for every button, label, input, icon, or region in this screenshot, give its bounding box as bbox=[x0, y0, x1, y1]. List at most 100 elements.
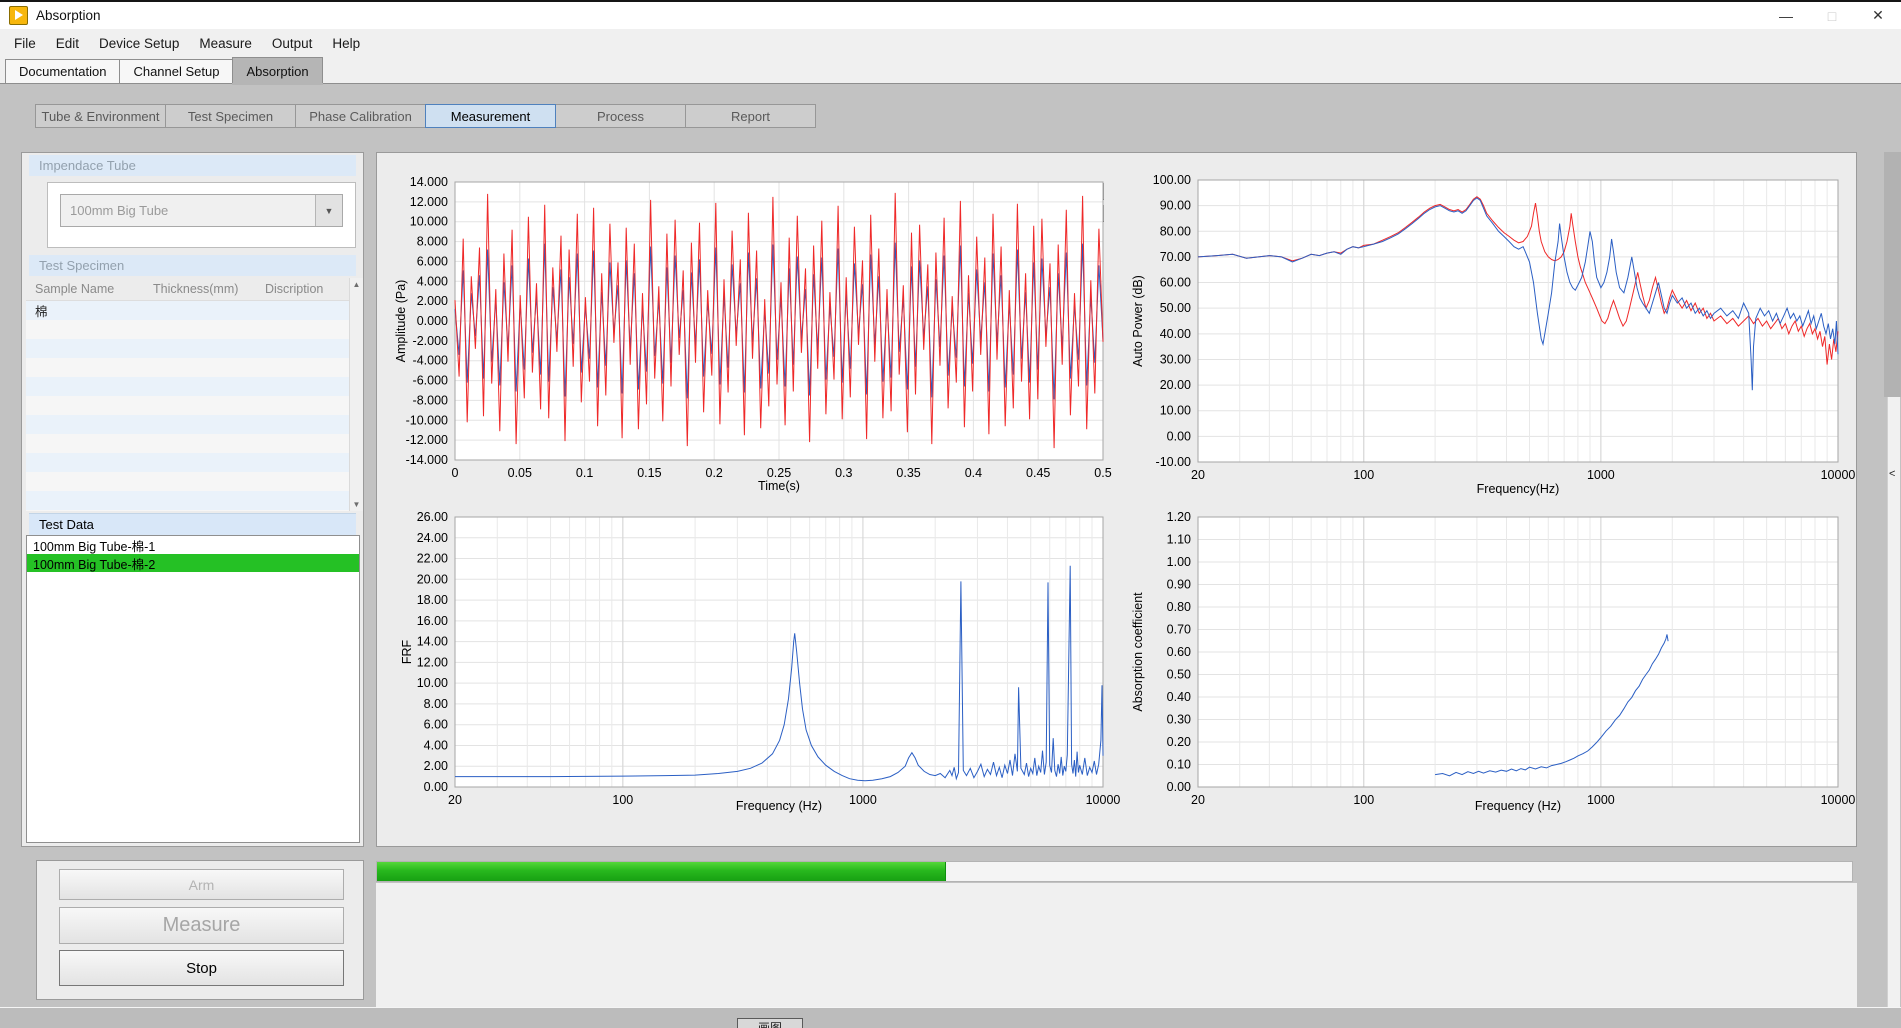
table-row[interactable] bbox=[26, 491, 360, 510]
svg-text:10000: 10000 bbox=[1821, 793, 1856, 807]
action-button-panel: Arm Measure Stop bbox=[36, 860, 364, 1000]
impedance-tube-dropdown[interactable]: 100mm Big Tube ▼ bbox=[60, 194, 343, 227]
menu-item-file[interactable]: File bbox=[4, 31, 46, 56]
svg-text:0.4: 0.4 bbox=[965, 466, 982, 480]
subtab-bar: Tube & EnvironmentTest SpecimenPhase Cal… bbox=[35, 104, 815, 128]
svg-text:1000: 1000 bbox=[849, 793, 877, 807]
svg-text:0.00: 0.00 bbox=[1167, 780, 1191, 794]
svg-text:Time(s): Time(s) bbox=[758, 479, 800, 493]
test-data-list[interactable]: 100mm Big Tube-棉-1100mm Big Tube-棉-2 bbox=[26, 535, 360, 843]
chart-absorption-coefficient[interactable]: 0.000.100.200.300.400.500.600.700.800.90… bbox=[1120, 505, 1880, 815]
svg-text:0: 0 bbox=[452, 466, 459, 480]
table-row[interactable]: 棉 bbox=[26, 301, 360, 320]
arm-button[interactable]: Arm bbox=[59, 869, 344, 900]
close-button[interactable]: ✕ bbox=[1855, 2, 1901, 29]
test-specimen-table[interactable]: Sample NameThickness(mm)Discription棉 bbox=[26, 278, 360, 511]
svg-text:0.05: 0.05 bbox=[508, 466, 532, 480]
tab-documentation[interactable]: Documentation bbox=[5, 59, 120, 83]
svg-text:0.90: 0.90 bbox=[1167, 578, 1191, 592]
svg-text:8.000: 8.000 bbox=[417, 235, 448, 249]
menu-bar: FileEditDevice SetupMeasureOutputHelp bbox=[0, 29, 1901, 57]
subtab-process[interactable]: Process bbox=[555, 104, 686, 128]
scroll-up-icon[interactable]: ▲ bbox=[350, 280, 363, 289]
maximize-button[interactable]: □ bbox=[1809, 2, 1855, 29]
table-header-row: Sample NameThickness(mm)Discription bbox=[26, 278, 360, 301]
table-row[interactable] bbox=[26, 434, 360, 453]
menu-item-help[interactable]: Help bbox=[322, 31, 370, 56]
svg-text:30.00: 30.00 bbox=[1160, 352, 1191, 366]
stop-button[interactable]: Stop bbox=[59, 950, 344, 986]
table-row[interactable] bbox=[26, 377, 360, 396]
table-row[interactable] bbox=[26, 415, 360, 434]
minimize-button[interactable]: — bbox=[1763, 2, 1809, 29]
svg-text:40.00: 40.00 bbox=[1160, 327, 1191, 341]
scroll-down-icon[interactable]: ▼ bbox=[350, 500, 363, 509]
lower-panel-area bbox=[376, 883, 1857, 1007]
menu-item-output[interactable]: Output bbox=[262, 31, 323, 56]
svg-text:1000: 1000 bbox=[1587, 468, 1615, 482]
svg-text:24.00: 24.00 bbox=[417, 531, 448, 545]
svg-text:1.10: 1.10 bbox=[1167, 533, 1191, 547]
app-logo-icon bbox=[9, 6, 28, 25]
svg-text:70.00: 70.00 bbox=[1160, 250, 1191, 264]
subtab-test-specimen[interactable]: Test Specimen bbox=[165, 104, 296, 128]
right-scrollbar-strip[interactable] bbox=[1887, 397, 1900, 1007]
column-header: Sample Name bbox=[26, 282, 144, 296]
svg-text:-8.000: -8.000 bbox=[413, 393, 448, 407]
chevron-down-icon[interactable]: ▼ bbox=[315, 195, 342, 226]
svg-text:20: 20 bbox=[1191, 468, 1205, 482]
menu-item-edit[interactable]: Edit bbox=[46, 31, 89, 56]
svg-text:-12.000: -12.000 bbox=[406, 433, 448, 447]
tab-absorption[interactable]: Absorption bbox=[232, 57, 322, 83]
svg-text:0.1: 0.1 bbox=[576, 466, 593, 480]
impedance-tube-value: 100mm Big Tube bbox=[61, 203, 315, 218]
table-row[interactable] bbox=[26, 320, 360, 339]
table-row[interactable] bbox=[26, 453, 360, 472]
test-data-item[interactable]: 100mm Big Tube-棉-2 bbox=[27, 554, 359, 572]
table-row[interactable] bbox=[26, 339, 360, 358]
svg-text:10000: 10000 bbox=[1086, 793, 1121, 807]
svg-text:-6.000: -6.000 bbox=[413, 374, 448, 388]
menu-item-measure[interactable]: Measure bbox=[189, 31, 262, 56]
table-row[interactable] bbox=[26, 472, 360, 491]
svg-text:20.00: 20.00 bbox=[417, 572, 448, 586]
svg-text:1.20: 1.20 bbox=[1167, 510, 1191, 524]
test-data-item[interactable]: 100mm Big Tube-棉-1 bbox=[27, 536, 359, 554]
progress-bar-fill bbox=[377, 862, 946, 881]
test-data-header: Test Data bbox=[29, 513, 356, 535]
svg-text:22.00: 22.00 bbox=[417, 552, 448, 566]
svg-text:14.00: 14.00 bbox=[417, 635, 448, 649]
subtab-measurement[interactable]: Measurement bbox=[425, 104, 556, 128]
svg-text:6.00: 6.00 bbox=[424, 718, 448, 732]
test-specimen-header: Test Specimen bbox=[29, 255, 356, 276]
subtab-phase-calibration[interactable]: Phase Calibration bbox=[295, 104, 426, 128]
svg-text:0.45: 0.45 bbox=[1026, 466, 1050, 480]
taskbar-partial-button[interactable]: 画图 bbox=[737, 1018, 803, 1028]
table-row[interactable] bbox=[26, 396, 360, 415]
table-row[interactable] bbox=[26, 358, 360, 377]
column-header: Discription bbox=[256, 282, 360, 296]
svg-text:100: 100 bbox=[1353, 793, 1374, 807]
impedance-tube-box: 100mm Big Tube ▼ bbox=[47, 182, 356, 248]
svg-text:10.000: 10.000 bbox=[410, 215, 448, 229]
svg-text:0.30: 0.30 bbox=[1167, 713, 1191, 727]
app-window: Absorption — □ ✕ FileEditDevice SetupMea… bbox=[0, 0, 1901, 1028]
svg-text:6.000: 6.000 bbox=[417, 254, 448, 268]
menu-item-device-setup[interactable]: Device Setup bbox=[89, 31, 189, 56]
tab-channel-setup[interactable]: Channel Setup bbox=[119, 59, 233, 83]
test-specimen-scrollbar[interactable]: ▲ ▼ bbox=[349, 278, 363, 511]
svg-text:0.70: 0.70 bbox=[1167, 623, 1191, 637]
svg-text:0.10: 0.10 bbox=[1167, 758, 1191, 772]
svg-text:Amplitude (Pa): Amplitude (Pa) bbox=[394, 280, 408, 363]
measure-button[interactable]: Measure bbox=[59, 907, 344, 944]
collapse-left-icon[interactable]: < bbox=[1889, 468, 1895, 480]
subtab-tube-environment[interactable]: Tube & Environment bbox=[35, 104, 166, 128]
svg-text:0.3: 0.3 bbox=[835, 466, 852, 480]
chart-frf[interactable]: 0.002.004.006.008.0010.0012.0014.0016.00… bbox=[385, 505, 1125, 815]
impedance-tube-header: Impendace Tube bbox=[29, 155, 356, 176]
subtab-report[interactable]: Report bbox=[685, 104, 816, 128]
svg-text:Absorption coefficient: Absorption coefficient bbox=[1131, 592, 1145, 712]
chart-auto-power[interactable]: -10.000.0010.0020.0030.0040.0050.0060.00… bbox=[1120, 168, 1880, 498]
svg-text:90.00: 90.00 bbox=[1160, 199, 1191, 213]
chart-time-waveform[interactable]: -14.000-12.000-10.000-8.000-6.000-4.000-… bbox=[385, 170, 1125, 495]
